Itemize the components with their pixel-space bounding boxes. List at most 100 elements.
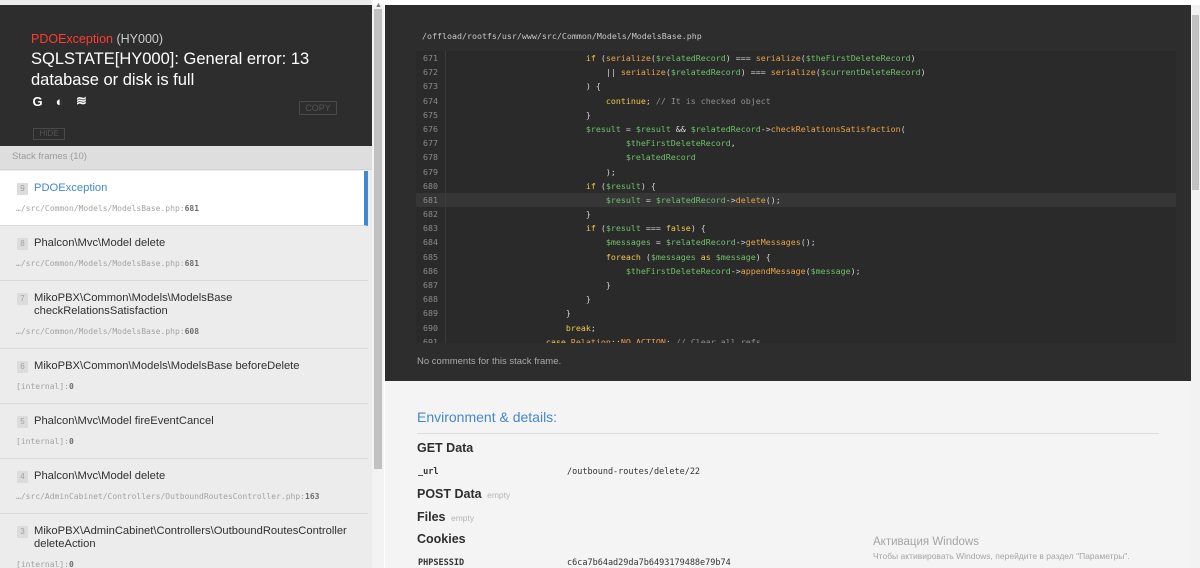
exception-header: PDOException (HY000) SQLSTATE[HY000]: Ge…	[0, 5, 372, 146]
code-line: 688 }	[416, 292, 1176, 307]
exception-class-name: PDOException	[31, 32, 113, 46]
frame-file-path: …/src/Common/Models/ModelsBase.php	[16, 204, 180, 213]
hide-button[interactable]: HIDE	[33, 128, 65, 140]
code-line: 674 continue; // It is checked object	[416, 93, 1176, 108]
stack-frame[interactable]: 9 PDOException …/src/Common/Models/Model…	[0, 171, 368, 226]
get-data-key: _url	[418, 467, 439, 477]
stack-frames-list: 9 PDOException …/src/Common/Models/Model…	[0, 171, 368, 568]
frame-title: 8 Phalcon\Mvc\Model delete	[17, 237, 165, 250]
environment-details: Environment & details: GET Data _url /ou…	[385, 381, 1191, 568]
stack-frames-header: Stack frames (10)	[0, 146, 372, 170]
frame-line: 608	[184, 327, 200, 336]
code-line-highlighted: 681 $result = $relatedRecord->delete();	[416, 192, 1176, 208]
code-line: 679 );	[416, 164, 1176, 179]
frame-file: …/src/Common/Models/ModelsBase.php:681	[16, 259, 200, 268]
frame-line: 0	[69, 382, 74, 391]
frame-file: …/src/Common/Models/ModelsBase.php:608	[16, 327, 200, 336]
copy-button[interactable]: COPY	[299, 101, 337, 115]
cookie-key: PHPSESSID	[418, 558, 465, 568]
duckduckgo-icon[interactable]: ◐	[53, 94, 66, 109]
code-line: 685 foreach ($messages as $message) {	[416, 249, 1176, 264]
frame-title: 6 MikoPBX\Common\Models\ModelsBase befor…	[17, 360, 300, 373]
page-scrollbar[interactable]	[1191, 5, 1200, 568]
files-title: Files empty	[417, 510, 474, 524]
frame-number: 6	[17, 361, 28, 373]
frame-name: PDOException	[34, 182, 108, 194]
frame-line: 0	[69, 437, 74, 446]
frame-file-path: …/src/Common/Models/ModelsBase.php	[16, 259, 180, 268]
stack-frame[interactable]: 7 MikoPBX\Common\Models\ModelsBase check…	[0, 281, 368, 349]
code-line: 680 if ($result) {	[416, 178, 1176, 193]
cookie-value: c6ca7b64ad29da7b6493179488e79b74	[567, 558, 731, 568]
frame-name: MikoPBX\AdminCabinet\Controllers\Outboun…	[34, 525, 347, 550]
frame-number: 8	[17, 238, 28, 250]
windows-activation-text: Чтобы активировать Windows, перейдите в …	[873, 551, 1130, 561]
frame-name: Phalcon\Mvc\Model fireEventCancel	[34, 415, 214, 427]
code-snippet: 671 if (serialize($relatedRecord) === se…	[416, 51, 1176, 343]
code-line: 689 }	[416, 306, 1176, 321]
frame-line: 681	[184, 204, 200, 213]
files-label: Files	[417, 510, 446, 524]
frame-title: 5 Phalcon\Mvc\Model fireEventCancel	[17, 415, 214, 428]
code-line: 684 $messages = $relatedRecord->getMessa…	[416, 235, 1176, 250]
frame-name: Phalcon\Mvc\Model delete	[34, 237, 166, 249]
frame-comments: No comments for this stack frame.	[417, 356, 562, 367]
frame-title: 9 PDOException	[17, 182, 107, 195]
left-scrollbar[interactable]: ▲	[372, 2, 384, 568]
divider	[417, 433, 1159, 434]
frame-title: 3 MikoPBX\AdminCabinet\Controllers\Outbo…	[17, 525, 357, 551]
code-line: 675 }	[416, 107, 1176, 122]
frame-line: 0	[69, 560, 74, 568]
frame-number: 3	[17, 526, 28, 538]
exception-code: (HY000)	[116, 32, 164, 46]
environment-title: Environment & details:	[417, 409, 558, 425]
frame-file-path: [internal]	[16, 560, 65, 568]
frame-number: 7	[17, 293, 28, 305]
frame-file: …/src/Common/Models/ModelsBase.php:681	[16, 204, 200, 213]
frame-name: MikoPBX\Common\Models\ModelsBase beforeD…	[34, 360, 300, 372]
frame-file-path: …/src/Common/Models/ModelsBase.php	[16, 327, 180, 336]
code-line: 683 if ($result === false) {	[416, 221, 1176, 236]
frame-file: [internal]:0	[16, 437, 74, 446]
code-line: 691 case Relation::NO_ACTION: // Clear a…	[416, 334, 1176, 343]
stack-frame[interactable]: 3 MikoPBX\AdminCabinet\Controllers\Outbo…	[0, 514, 368, 568]
frame-name: Phalcon\Mvc\Model delete	[34, 470, 166, 482]
frame-line: 681	[184, 259, 200, 268]
stackoverflow-icon[interactable]: ≋	[75, 93, 88, 108]
stack-frame[interactable]: 4 Phalcon\Mvc\Model delete …/src/AdminCa…	[0, 459, 368, 514]
google-icon[interactable]: G	[31, 94, 44, 109]
post-data-empty: empty	[487, 490, 511, 500]
frame-file-path: [internal]	[16, 382, 65, 391]
frame-file-path: [internal]	[16, 437, 65, 446]
code-line: 671 if (serialize($relatedRecord) === se…	[416, 51, 1176, 66]
left-panel: PDOException (HY000) SQLSTATE[HY000]: Ge…	[0, 0, 372, 568]
code-line: 682 }	[416, 207, 1176, 222]
get-data-title: GET Data	[417, 441, 474, 455]
stack-frame[interactable]: 5 Phalcon\Mvc\Model fireEventCancel [int…	[0, 404, 368, 459]
page-scrollbar-thumb[interactable]	[1192, 15, 1199, 190]
files-empty: empty	[450, 513, 475, 523]
cookies-title: Cookies	[417, 532, 466, 546]
frame-title: 4 Phalcon\Mvc\Model delete	[17, 470, 165, 483]
exception-class: PDOException (HY000)	[31, 32, 163, 46]
frame-number: 9	[17, 183, 28, 195]
get-data-value: /outbound-routes/delete/22	[567, 467, 701, 477]
code-line: 686 $theFirstDeleteRecord->appendMessage…	[416, 263, 1176, 278]
code-line: 676 $result = $result && $relatedRecord-…	[416, 121, 1176, 137]
frame-line: 163	[305, 492, 320, 501]
code-line: 678 $relatedRecord	[416, 150, 1176, 165]
code-panel: /offload/rootfs/usr/www/src/Common/Model…	[385, 5, 1191, 381]
code-line: 687 }	[416, 278, 1176, 293]
stack-frame[interactable]: 8 Phalcon\Mvc\Model delete …/src/Common/…	[0, 226, 368, 281]
frame-name: MikoPBX\Common\Models\ModelsBase checkRe…	[34, 292, 233, 317]
scroll-up-arrow-icon[interactable]: ▲	[375, 2, 382, 9]
left-scrollbar-thumb[interactable]	[374, 9, 382, 469]
exception-message: SQLSTATE[HY000]: General error: 13 datab…	[31, 50, 310, 89]
frame-file: …/src/AdminCabinet/Controllers/OutboundR…	[16, 492, 320, 501]
frame-number: 4	[17, 471, 28, 483]
code-line: 677 $theFirstDeleteRecord,	[416, 136, 1176, 151]
code-file-path: /offload/rootfs/usr/www/src/Common/Model…	[422, 31, 702, 41]
code-line: 690 break;	[416, 320, 1176, 335]
stack-frame[interactable]: 6 MikoPBX\Common\Models\ModelsBase befor…	[0, 349, 368, 404]
post-data-title: POST Data empty	[417, 487, 510, 501]
